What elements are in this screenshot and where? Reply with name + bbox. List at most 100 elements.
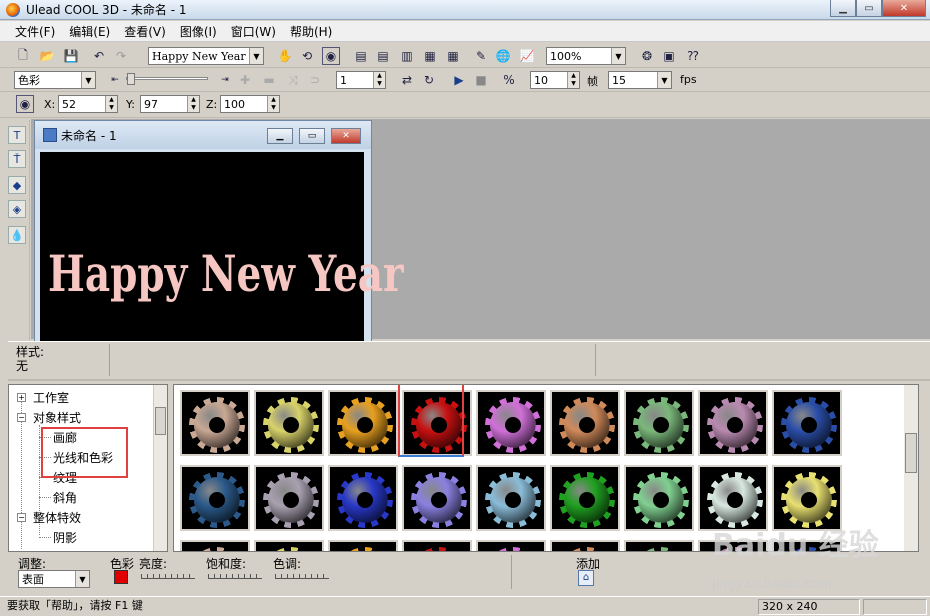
total-frames-spinner[interactable]: ▲ ▼	[567, 72, 579, 88]
tree-scrollbar[interactable]	[153, 385, 167, 551]
close-button[interactable]: ✕	[882, 0, 926, 17]
saturation-slider[interactable]	[208, 571, 262, 579]
adjust-select[interactable]: 表面 ▼	[18, 570, 90, 588]
maximize-button[interactable]: ▭	[856, 0, 882, 17]
layer-front-icon[interactable]: ▤	[352, 47, 370, 65]
chevron-down-icon[interactable]: ▼	[81, 72, 95, 88]
preset-thumbnail[interactable]	[402, 540, 472, 551]
preset-thumbnail[interactable]	[772, 390, 842, 456]
x-input[interactable]: 52 ▲ ▼	[58, 95, 118, 113]
preset-thumbnail[interactable]	[624, 465, 694, 531]
preset-thumbnail[interactable]	[402, 465, 472, 531]
chevron-down-icon[interactable]: ▼	[611, 48, 625, 64]
reverse-key-icon[interactable]: ⤨	[284, 71, 302, 89]
brightness-slider[interactable]	[141, 571, 195, 579]
context-help-icon[interactable]: ⁇	[684, 47, 702, 65]
preset-thumbnail[interactable]	[180, 390, 250, 456]
preset-thumbnail[interactable]	[180, 465, 250, 531]
position-icon[interactable]: ◉	[16, 95, 34, 113]
loop-key-icon[interactable]: ⊃	[306, 71, 324, 89]
preset-thumbnail[interactable]	[254, 465, 324, 531]
repeat-icon[interactable]: ⇄	[398, 71, 416, 89]
preset-thumbnail[interactable]	[328, 465, 398, 531]
loop-icon[interactable]: ↻	[420, 71, 438, 89]
preset-thumbnail[interactable]	[476, 465, 546, 531]
thumbnails-scroll-thumb[interactable]	[905, 433, 917, 473]
tree-item-object-style[interactable]: 对象样式	[33, 409, 81, 426]
y-spinner[interactable]: ▲ ▼	[187, 96, 199, 112]
timeline-handle[interactable]	[127, 73, 135, 85]
new-file-icon[interactable]: 🗋	[14, 47, 32, 65]
thumbnails-scrollbar[interactable]	[904, 385, 918, 551]
layer-stack-icon[interactable]: ▥	[398, 47, 416, 65]
expand-icon[interactable]: +	[17, 393, 26, 402]
tree-scroll-thumb[interactable]	[155, 407, 166, 435]
layer-back-icon[interactable]: ▤	[374, 47, 392, 65]
tree-item-global-effects[interactable]: 整体特效	[33, 509, 81, 526]
remove-key-icon[interactable]: ▬	[260, 71, 278, 89]
stop-icon[interactable]: ■	[472, 71, 490, 89]
preset-thumbnail[interactable]	[698, 390, 768, 456]
minimize-button[interactable]: ▁	[830, 0, 856, 17]
add-key-icon[interactable]: ✚	[236, 71, 254, 89]
doc-close-button[interactable]: ✕	[331, 128, 361, 144]
canvas-3d-text[interactable]: Happy New Year	[48, 244, 404, 303]
menu-edit[interactable]: 编辑(E)	[62, 23, 117, 40]
preset-thumbnail[interactable]	[624, 540, 694, 551]
layer-top-icon[interactable]: ▦	[421, 47, 439, 65]
chart-icon[interactable]: 📈	[518, 47, 536, 65]
material-drop-icon[interactable]: 💧	[8, 226, 26, 244]
insert-text-icon[interactable]: T	[8, 126, 26, 144]
menu-file[interactable]: 文件(F)	[8, 23, 62, 40]
save-icon[interactable]: 💾	[62, 47, 80, 65]
z-input[interactable]: 100 ▲ ▼	[220, 95, 280, 113]
percent-icon[interactable]: %	[500, 71, 518, 89]
frame-input[interactable]: 1 ▲ ▼	[336, 71, 386, 89]
chevron-down-icon[interactable]: ▼	[657, 72, 671, 88]
preset-thumbnail[interactable]	[476, 540, 546, 551]
preset-thumbnail[interactable]	[254, 540, 324, 551]
attribute-select[interactable]: 色彩 ▼	[14, 71, 96, 89]
size-icon[interactable]: ◉	[322, 47, 340, 65]
tree-item-shadow[interactable]: 阴影	[53, 529, 77, 546]
preset-thumbnail[interactable]	[476, 390, 546, 456]
preset-thumbnail[interactable]	[550, 540, 620, 551]
edit-shape-icon[interactable]: ◈	[8, 200, 26, 218]
globe-icon[interactable]: 🌐	[494, 47, 512, 65]
menu-window[interactable]: 窗口(W)	[224, 23, 283, 40]
collapse-icon[interactable]: −	[17, 513, 26, 522]
render-icon[interactable]: ❂	[638, 47, 656, 65]
preset-thumbnail[interactable]	[328, 540, 398, 551]
preset-thumbnail[interactable]	[180, 540, 250, 551]
key-first-icon[interactable]: ⇤	[106, 71, 124, 89]
hue-slider[interactable]	[275, 571, 329, 579]
text-object-select[interactable]: Happy New Year ▼	[148, 47, 264, 65]
export-icon[interactable]: ▣	[660, 47, 678, 65]
timeline-slider[interactable]	[126, 73, 208, 85]
doc-maximize-button[interactable]: ▭	[299, 128, 325, 144]
preset-thumbnail[interactable]	[328, 390, 398, 456]
collapse-icon[interactable]: −	[17, 413, 26, 422]
preset-thumbnail[interactable]	[624, 390, 694, 456]
preset-thumbnail[interactable]	[550, 390, 620, 456]
render-canvas[interactable]: Happy New Year	[40, 152, 404, 342]
insert-shape-icon[interactable]: ◆	[8, 176, 26, 194]
play-icon[interactable]: ▶	[450, 71, 468, 89]
menu-help[interactable]: 帮助(H)	[283, 23, 339, 40]
total-frames-input[interactable]: 10 ▲ ▼	[530, 71, 580, 89]
redo-icon[interactable]: ↷	[112, 47, 130, 65]
y-input[interactable]: 97 ▲ ▼	[140, 95, 200, 113]
chevron-down-icon[interactable]: ▼	[75, 571, 89, 587]
color-swatch[interactable]	[114, 570, 128, 584]
tree-item-bevel[interactable]: 斜角	[53, 489, 77, 506]
open-folder-icon[interactable]: 📂	[38, 47, 56, 65]
rotate-icon[interactable]: ⟲	[298, 47, 316, 65]
preset-thumbnail[interactable]	[550, 465, 620, 531]
hand-move-icon[interactable]: ✋	[276, 47, 294, 65]
magic-icon[interactable]: ✎	[472, 47, 490, 65]
chevron-down-icon[interactable]: ▼	[249, 48, 263, 64]
edit-text-icon[interactable]: Ť	[8, 150, 26, 168]
add-preset-icon[interactable]: ⌂	[578, 570, 594, 586]
panel-splitter[interactable]	[8, 379, 930, 381]
z-spinner[interactable]: ▲ ▼	[267, 96, 279, 112]
